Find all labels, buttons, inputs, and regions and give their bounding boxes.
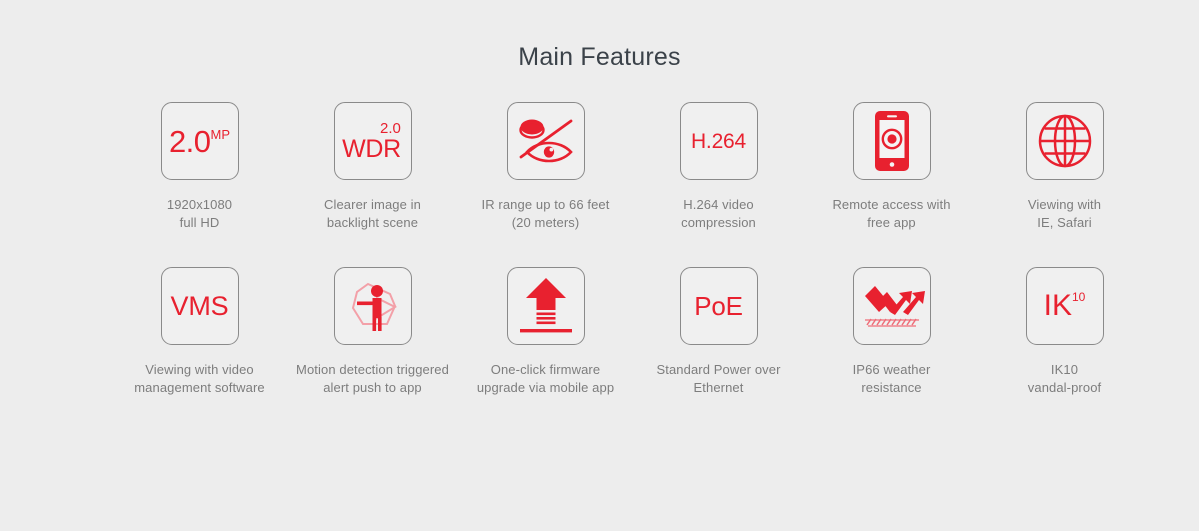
caption-wdr: Clearer image in backlight scene [324, 197, 421, 230]
caption-remote-access: Remote access with free app [832, 197, 951, 230]
feature-wdr[interactable]: 2.0 WDR Clearer image in backlight scene [286, 102, 459, 232]
ik-superscript-text: 10 [1072, 290, 1086, 304]
feature-motion-detection[interactable]: Motion detection triggered alert push to… [286, 267, 459, 397]
tile-ik10[interactable]: IK10 [1025, 267, 1104, 345]
tile-ip66[interactable] [852, 267, 931, 345]
feature-resolution[interactable]: 2.0MP 1920x1080 full HD [113, 102, 286, 232]
features-row-1: 2.0MP 1920x1080 full HD 2.0 WDR Clearer … [0, 102, 1199, 232]
ik-main-text: IK [1043, 289, 1072, 322]
features-grid: 2.0MP 1920x1080 full HD 2.0 WDR Clearer … [0, 102, 1199, 397]
night-vision-eye-icon [518, 119, 573, 163]
ik10-text-icon: IK10 [1044, 291, 1086, 321]
tile-compression[interactable]: H.264 [679, 102, 758, 180]
tile-browser-viewing[interactable] [1025, 102, 1104, 180]
caption-ir-range: IR range up to 66 feet (20 meters) [481, 197, 610, 230]
feature-remote-access[interactable]: Remote access with free app [805, 102, 978, 232]
globe-icon [1038, 114, 1091, 168]
tile-motion-detection[interactable] [333, 267, 412, 345]
page-title: Main Features [518, 43, 681, 71]
feature-browser-viewing[interactable]: Viewing with IE, Safari [978, 102, 1151, 232]
feature-vms[interactable]: VMS Viewing with video management softwa… [113, 267, 286, 397]
upload-arrow-icon [519, 278, 572, 333]
tile-remote-access[interactable] [852, 102, 931, 180]
tile-wdr[interactable]: 2.0 WDR [333, 102, 412, 180]
caption-ip66: IP66 weather resistance [852, 362, 931, 395]
feature-firmware-upgrade[interactable]: One-click firmware upgrade via mobile ap… [459, 267, 632, 397]
caption-motion-detection: Motion detection triggered alert push to… [296, 362, 449, 395]
tile-vms[interactable]: VMS [160, 267, 239, 345]
features-row-2: VMS Viewing with video management softwa… [0, 267, 1199, 397]
caption-vms: Viewing with video management software [134, 362, 265, 395]
tile-resolution[interactable]: 2.0MP [160, 102, 239, 180]
main-features-page: Main Features 2.0MP 1920x1080 full HD 2.… [0, 0, 1199, 531]
feature-poe[interactable]: PoE Standard Power over Ethernet [632, 267, 805, 397]
poe-text-icon: PoE [694, 291, 743, 321]
vms-text-icon: VMS [170, 290, 229, 321]
caption-firmware-upgrade: One-click firmware upgrade via mobile ap… [476, 362, 615, 395]
wdr-main-text: WDR [342, 134, 401, 163]
wdr-text-icon: 2.0 WDR [342, 121, 403, 162]
feature-ip66[interactable]: IP66 weather resistance [805, 267, 978, 397]
feature-ir-range[interactable]: IR range up to 66 feet (20 meters) [459, 102, 632, 232]
tile-poe[interactable]: PoE [679, 267, 758, 345]
weather-resistance-arrows-icon [864, 286, 925, 327]
wdr-version-text: 2.0 [380, 119, 401, 137]
motion-detection-person-icon [351, 282, 397, 331]
mp-superscript-text: MP [210, 126, 231, 142]
smartphone-icon [874, 111, 909, 171]
2mp-text-icon: 2.0MP [169, 126, 230, 157]
tile-firmware-upgrade[interactable] [506, 267, 585, 345]
caption-compression: H.264 video compression [681, 197, 756, 230]
feature-ik10[interactable]: IK10 IK10 vandal-proof [978, 267, 1151, 397]
h264-text-icon: H.264 [690, 129, 747, 153]
caption-ik10: IK10 vandal-proof [1027, 362, 1102, 395]
caption-poe: Standard Power over Ethernet [656, 362, 781, 395]
tile-ir-range[interactable] [506, 102, 585, 180]
feature-compression[interactable]: H.264 H.264 video compression [632, 102, 805, 232]
caption-resolution: 1920x1080 full HD [166, 197, 233, 230]
caption-browser-viewing: Viewing with IE, Safari [1027, 197, 1102, 230]
mp-main-text: 2.0 [168, 123, 211, 159]
